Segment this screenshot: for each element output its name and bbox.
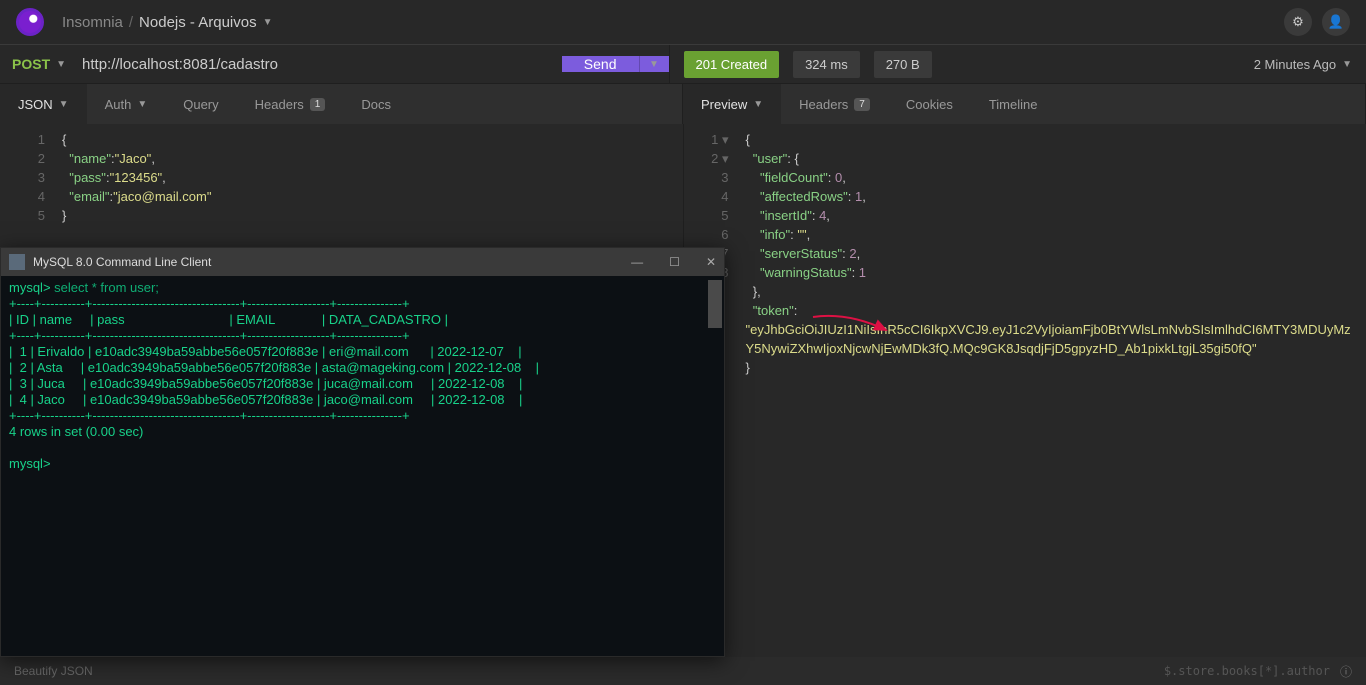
- tab-headers-req[interactable]: Headers1: [237, 84, 344, 124]
- user-icon: 👤: [1328, 14, 1344, 30]
- response-preview: 1 ▾2 ▾345678 { "user": { "fieldCount": 0…: [684, 124, 1366, 657]
- table-row: | 3 | Juca | e10adc3949ba59abbe56e057f20…: [9, 376, 522, 391]
- code: { "name":"Jaco", "pass":"123456", "email…: [0, 124, 683, 225]
- chevron-down-icon: ▼: [753, 99, 763, 110]
- code: { "user": { "fieldCount": 0, "affectedRo…: [684, 124, 1366, 377]
- method-label: POST: [12, 56, 50, 72]
- settings-button[interactable]: ⚙: [1284, 8, 1312, 36]
- send-dropdown[interactable]: ▼: [639, 56, 669, 72]
- tab-preview[interactable]: Preview▼: [683, 84, 781, 124]
- titlebar: Insomnia / Nodejs - Arquivos ▼ ⚙ 👤: [0, 0, 1366, 44]
- minimize-icon[interactable]: —: [631, 255, 643, 269]
- scrollbar-thumb[interactable]: [708, 280, 722, 328]
- chevron-down-icon: ▼: [137, 99, 147, 110]
- mysql-icon: [9, 254, 25, 270]
- breadcrumb-workspace[interactable]: Nodejs - Arquivos: [139, 14, 257, 31]
- headers-count: 7: [854, 98, 870, 111]
- time-badge[interactable]: 324 ms: [793, 51, 860, 78]
- size-badge[interactable]: 270 B: [874, 51, 932, 78]
- tab-query[interactable]: Query: [165, 84, 236, 124]
- maximize-icon[interactable]: ☐: [669, 255, 680, 269]
- mysql-window: MySQL 8.0 Command Line Client — ☐ ✕ mysq…: [0, 247, 725, 657]
- tab-cookies[interactable]: Cookies: [888, 84, 971, 124]
- chevron-down-icon: ▼: [1342, 59, 1352, 70]
- headers-count: 1: [310, 98, 326, 111]
- table-row: | 4 | Jaco | e10adc3949ba59abbe56e057f20…: [9, 392, 522, 407]
- table-row: | 2 | Asta | e10adc3949ba59abbe56e057f20…: [9, 360, 539, 375]
- beautify-button[interactable]: Beautify JSON: [14, 664, 93, 678]
- mysql-title-text: MySQL 8.0 Command Line Client: [33, 255, 211, 269]
- tabs: JSON▼ Auth▼ Query Headers1 Docs Preview▼…: [0, 84, 1366, 124]
- filter-hint[interactable]: $.store.books[*].author: [1164, 664, 1330, 678]
- status-badge[interactable]: 201 Created: [684, 51, 780, 78]
- tab-headers-resp[interactable]: Headers7: [781, 84, 888, 124]
- table-row: | 1 | Erivaldo | e10adc3949ba59abbe56e05…: [9, 344, 522, 359]
- close-icon[interactable]: ✕: [706, 255, 716, 269]
- chevron-down-icon: ▼: [56, 59, 66, 70]
- method-selector[interactable]: POST ▼: [0, 56, 78, 72]
- breadcrumb[interactable]: Insomnia / Nodejs - Arquivos ▼: [62, 14, 273, 31]
- mysql-terminal[interactable]: mysql> select * from user; +----+-------…: [1, 276, 724, 656]
- breadcrumb-app: Insomnia: [62, 14, 123, 31]
- chevron-down-icon: ▼: [649, 59, 659, 70]
- line-gutter: 12345: [0, 124, 55, 225]
- request-bar: POST ▼ http://localhost:8081/cadastro Se…: [0, 44, 1366, 84]
- history-dropdown[interactable]: 2 Minutes Ago ▼: [1254, 57, 1352, 72]
- account-button[interactable]: 👤: [1322, 8, 1350, 36]
- gear-icon: ⚙: [1292, 14, 1304, 30]
- breadcrumb-sep: /: [129, 14, 133, 31]
- chevron-down-icon: ▼: [263, 17, 273, 28]
- tab-timeline[interactable]: Timeline: [971, 84, 1056, 124]
- send-button[interactable]: Send: [562, 56, 639, 72]
- time-ago-label: 2 Minutes Ago: [1254, 57, 1336, 72]
- tab-docs[interactable]: Docs: [343, 84, 409, 124]
- chevron-down-icon: ▼: [59, 99, 69, 110]
- app-logo-icon: [16, 8, 44, 36]
- tab-auth[interactable]: Auth▼: [87, 84, 166, 124]
- help-icon[interactable]: ⓘ: [1340, 663, 1352, 680]
- footer: Beautify JSON $.store.books[*].author ⓘ: [0, 657, 1366, 685]
- mysql-titlebar[interactable]: MySQL 8.0 Command Line Client — ☐ ✕: [1, 248, 724, 276]
- url-input[interactable]: http://localhost:8081/cadastro: [78, 56, 278, 73]
- tab-body[interactable]: JSON▼: [0, 84, 87, 124]
